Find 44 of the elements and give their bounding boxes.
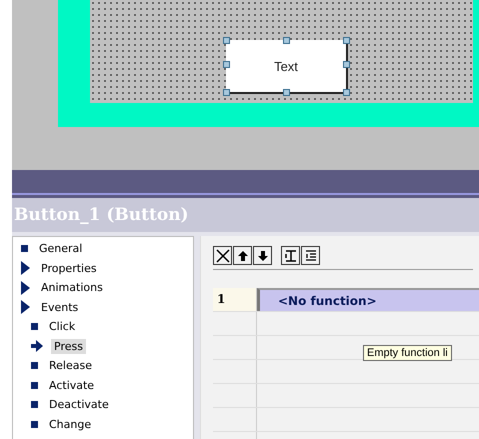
up-arrow-icon: [236, 248, 250, 262]
resize-handle[interactable]: [283, 89, 290, 96]
button-text: Text: [274, 58, 298, 74]
tree-item[interactable]: General: [36, 241, 86, 256]
tree-item[interactable]: Animations: [38, 280, 106, 296]
canvas-button[interactable]: Text: [226, 40, 348, 94]
resize-handle[interactable]: [223, 37, 230, 44]
close-icon: [216, 248, 230, 262]
down-arrow-icon: [256, 248, 270, 262]
triangle-icon: [21, 300, 30, 314]
row-number: 1: [213, 288, 257, 311]
resize-handle[interactable]: [343, 89, 350, 96]
indent-button[interactable]: [281, 246, 300, 265]
square-icon: [31, 420, 38, 428]
splitter-bar[interactable]: [12, 170, 479, 198]
square-icon: [31, 401, 38, 408]
move-up-button[interactable]: [233, 246, 252, 265]
resize-handle[interactable]: [223, 89, 230, 96]
list-button[interactable]: [301, 246, 320, 265]
function-cell[interactable]: <No function>: [257, 288, 479, 311]
tree-item[interactable]: Press: [51, 338, 86, 354]
tree-item[interactable]: Click: [46, 319, 78, 334]
square-icon: [31, 362, 38, 370]
tooltip: Empty function li: [363, 345, 452, 361]
tree-item[interactable]: Change: [46, 416, 94, 432]
tree-item[interactable]: Deactivate: [46, 397, 112, 412]
triangle-icon: [21, 280, 30, 295]
resize-handle[interactable]: [283, 37, 290, 44]
square-icon: [21, 245, 28, 252]
resize-handle[interactable]: [223, 61, 230, 68]
triangle-icon: [21, 261, 30, 276]
bracket-icon: [284, 248, 298, 262]
resize-handle[interactable]: [343, 61, 350, 68]
tree-item[interactable]: Activate: [46, 378, 98, 393]
arrow-icon: [31, 340, 43, 352]
resize-handle[interactable]: [343, 37, 350, 44]
tree-item[interactable]: Properties: [38, 260, 100, 276]
square-icon: [31, 323, 38, 330]
square-icon: [31, 382, 38, 389]
tree-item[interactable]: Events: [38, 300, 82, 315]
tree-item[interactable]: Release: [46, 358, 95, 374]
delete-button[interactable]: [213, 246, 232, 265]
list-icon: [304, 248, 318, 262]
move-down-button[interactable]: [253, 246, 272, 265]
